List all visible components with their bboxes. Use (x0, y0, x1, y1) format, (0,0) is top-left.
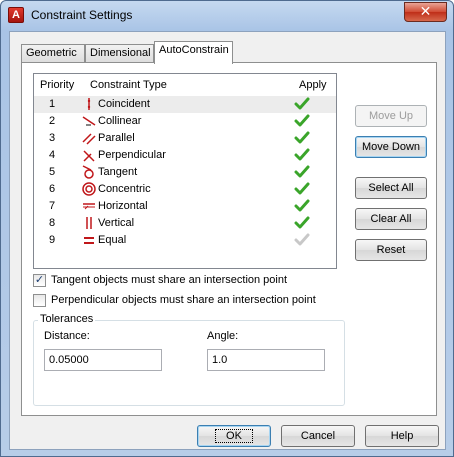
table-row[interactable]: 1 Coincident (34, 96, 336, 113)
tolerances-group: Tolerances Distance: Angle: (33, 313, 345, 406)
apply-check-icon[interactable] (294, 113, 310, 129)
reset-button[interactable]: Reset (355, 239, 427, 261)
dialog-client-area: Geometric Dimensional AutoConstrain Prio… (9, 31, 446, 450)
equal-icon (82, 233, 96, 247)
apply-check-disabled-icon[interactable] (294, 232, 310, 248)
header-constraint-type[interactable]: Constraint Type (90, 79, 167, 91)
title-bar[interactable]: A Constraint Settings ✕ (1, 1, 453, 31)
apply-check-icon[interactable] (294, 198, 310, 214)
coincident-icon (82, 97, 96, 111)
move-up-button[interactable]: Move Up (355, 105, 427, 127)
table-row[interactable]: 9 Equal (34, 232, 336, 249)
move-down-button[interactable]: Move Down (355, 136, 427, 158)
cancel-button[interactable]: Cancel (281, 425, 355, 447)
tab-dimensional[interactable]: Dimensional (85, 44, 154, 63)
row-priority: 3 (49, 132, 56, 144)
table-row[interactable]: 2 Collinear (34, 113, 336, 130)
apply-check-icon[interactable] (294, 181, 310, 197)
apply-check-icon[interactable] (294, 147, 310, 163)
autocad-app-icon: A (8, 7, 24, 23)
constraint-settings-window: A Constraint Settings ✕ Geometric Dimens… (0, 0, 454, 457)
table-row[interactable]: 6 Concentric (34, 181, 336, 198)
autoconstrain-panel: Priority Constraint Type Apply 1 Coincide… (21, 62, 437, 416)
select-all-button[interactable]: Select All (355, 177, 427, 199)
row-constraint-type: Concentric (98, 183, 151, 195)
tangent-icon (82, 165, 96, 179)
table-row[interactable]: 7 Horizontal (34, 198, 336, 215)
window-title: Constraint Settings (31, 8, 133, 22)
row-priority: 7 (49, 200, 56, 212)
distance-label: Distance: (44, 330, 90, 342)
header-apply[interactable]: Apply (299, 79, 327, 91)
row-constraint-type: Horizontal (98, 200, 148, 212)
perpendicular-icon (82, 148, 96, 162)
table-row[interactable]: 8 Vertical (34, 215, 336, 232)
horizontal-icon (82, 199, 96, 213)
ok-button[interactable]: OK (197, 425, 271, 447)
table-row[interactable]: 4 Perpendicular (34, 147, 336, 164)
header-priority[interactable]: Priority (40, 79, 74, 91)
distance-input[interactable] (44, 349, 162, 371)
perpendicular-checkbox[interactable] (33, 294, 46, 307)
row-priority: 5 (49, 166, 56, 178)
apply-check-icon[interactable] (294, 96, 310, 112)
angle-input[interactable] (207, 349, 325, 371)
row-priority: 6 (49, 183, 56, 195)
tangent-option-label: Tangent objects must share an intersecti… (51, 274, 288, 286)
tab-geometric[interactable]: Geometric (21, 44, 85, 63)
help-button[interactable]: Help (365, 425, 439, 447)
angle-label: Angle: (207, 330, 239, 342)
tangent-checkbox[interactable]: ✓ (33, 274, 46, 287)
row-constraint-type: Collinear (98, 115, 142, 127)
clear-all-button[interactable]: Clear All (355, 208, 427, 230)
constraint-list[interactable]: Priority Constraint Type Apply 1 Coincide… (33, 73, 337, 269)
row-constraint-type: Tangent (98, 166, 138, 178)
tolerances-title: Tolerances (38, 313, 96, 325)
tangent-option[interactable]: ✓ Tangent objects must share an intersec… (33, 273, 333, 289)
tab-autoconstrain[interactable]: AutoConstrain (154, 41, 233, 64)
row-priority: 2 (49, 115, 56, 127)
row-priority: 1 (49, 98, 56, 110)
concentric-icon (82, 182, 96, 196)
row-constraint-type: Parallel (98, 132, 135, 144)
row-constraint-type: Equal (98, 234, 127, 246)
vertical-icon (82, 216, 96, 230)
list-header: Priority Constraint Type Apply (34, 74, 336, 96)
parallel-icon (82, 131, 96, 145)
close-button[interactable]: ✕ (404, 2, 447, 22)
apply-check-icon[interactable] (294, 164, 310, 180)
table-row[interactable]: 3 Parallel (34, 130, 336, 147)
row-priority: 9 (49, 234, 56, 246)
row-constraint-type: Coincident (98, 98, 150, 110)
table-row[interactable]: 5 Tangent (34, 164, 336, 181)
ok-button-label: OK (215, 429, 253, 443)
row-constraint-type: Vertical (98, 217, 135, 229)
row-priority: 8 (49, 217, 56, 229)
apply-check-icon[interactable] (294, 130, 310, 146)
row-priority: 4 (49, 149, 56, 161)
perpendicular-option[interactable]: Perpendicular objects must share an inte… (33, 293, 353, 309)
collinear-icon (82, 114, 96, 128)
row-constraint-type: Perpendicular (98, 149, 166, 161)
perpendicular-option-label: Perpendicular objects must share an inte… (51, 294, 316, 306)
apply-check-icon[interactable] (294, 215, 310, 231)
